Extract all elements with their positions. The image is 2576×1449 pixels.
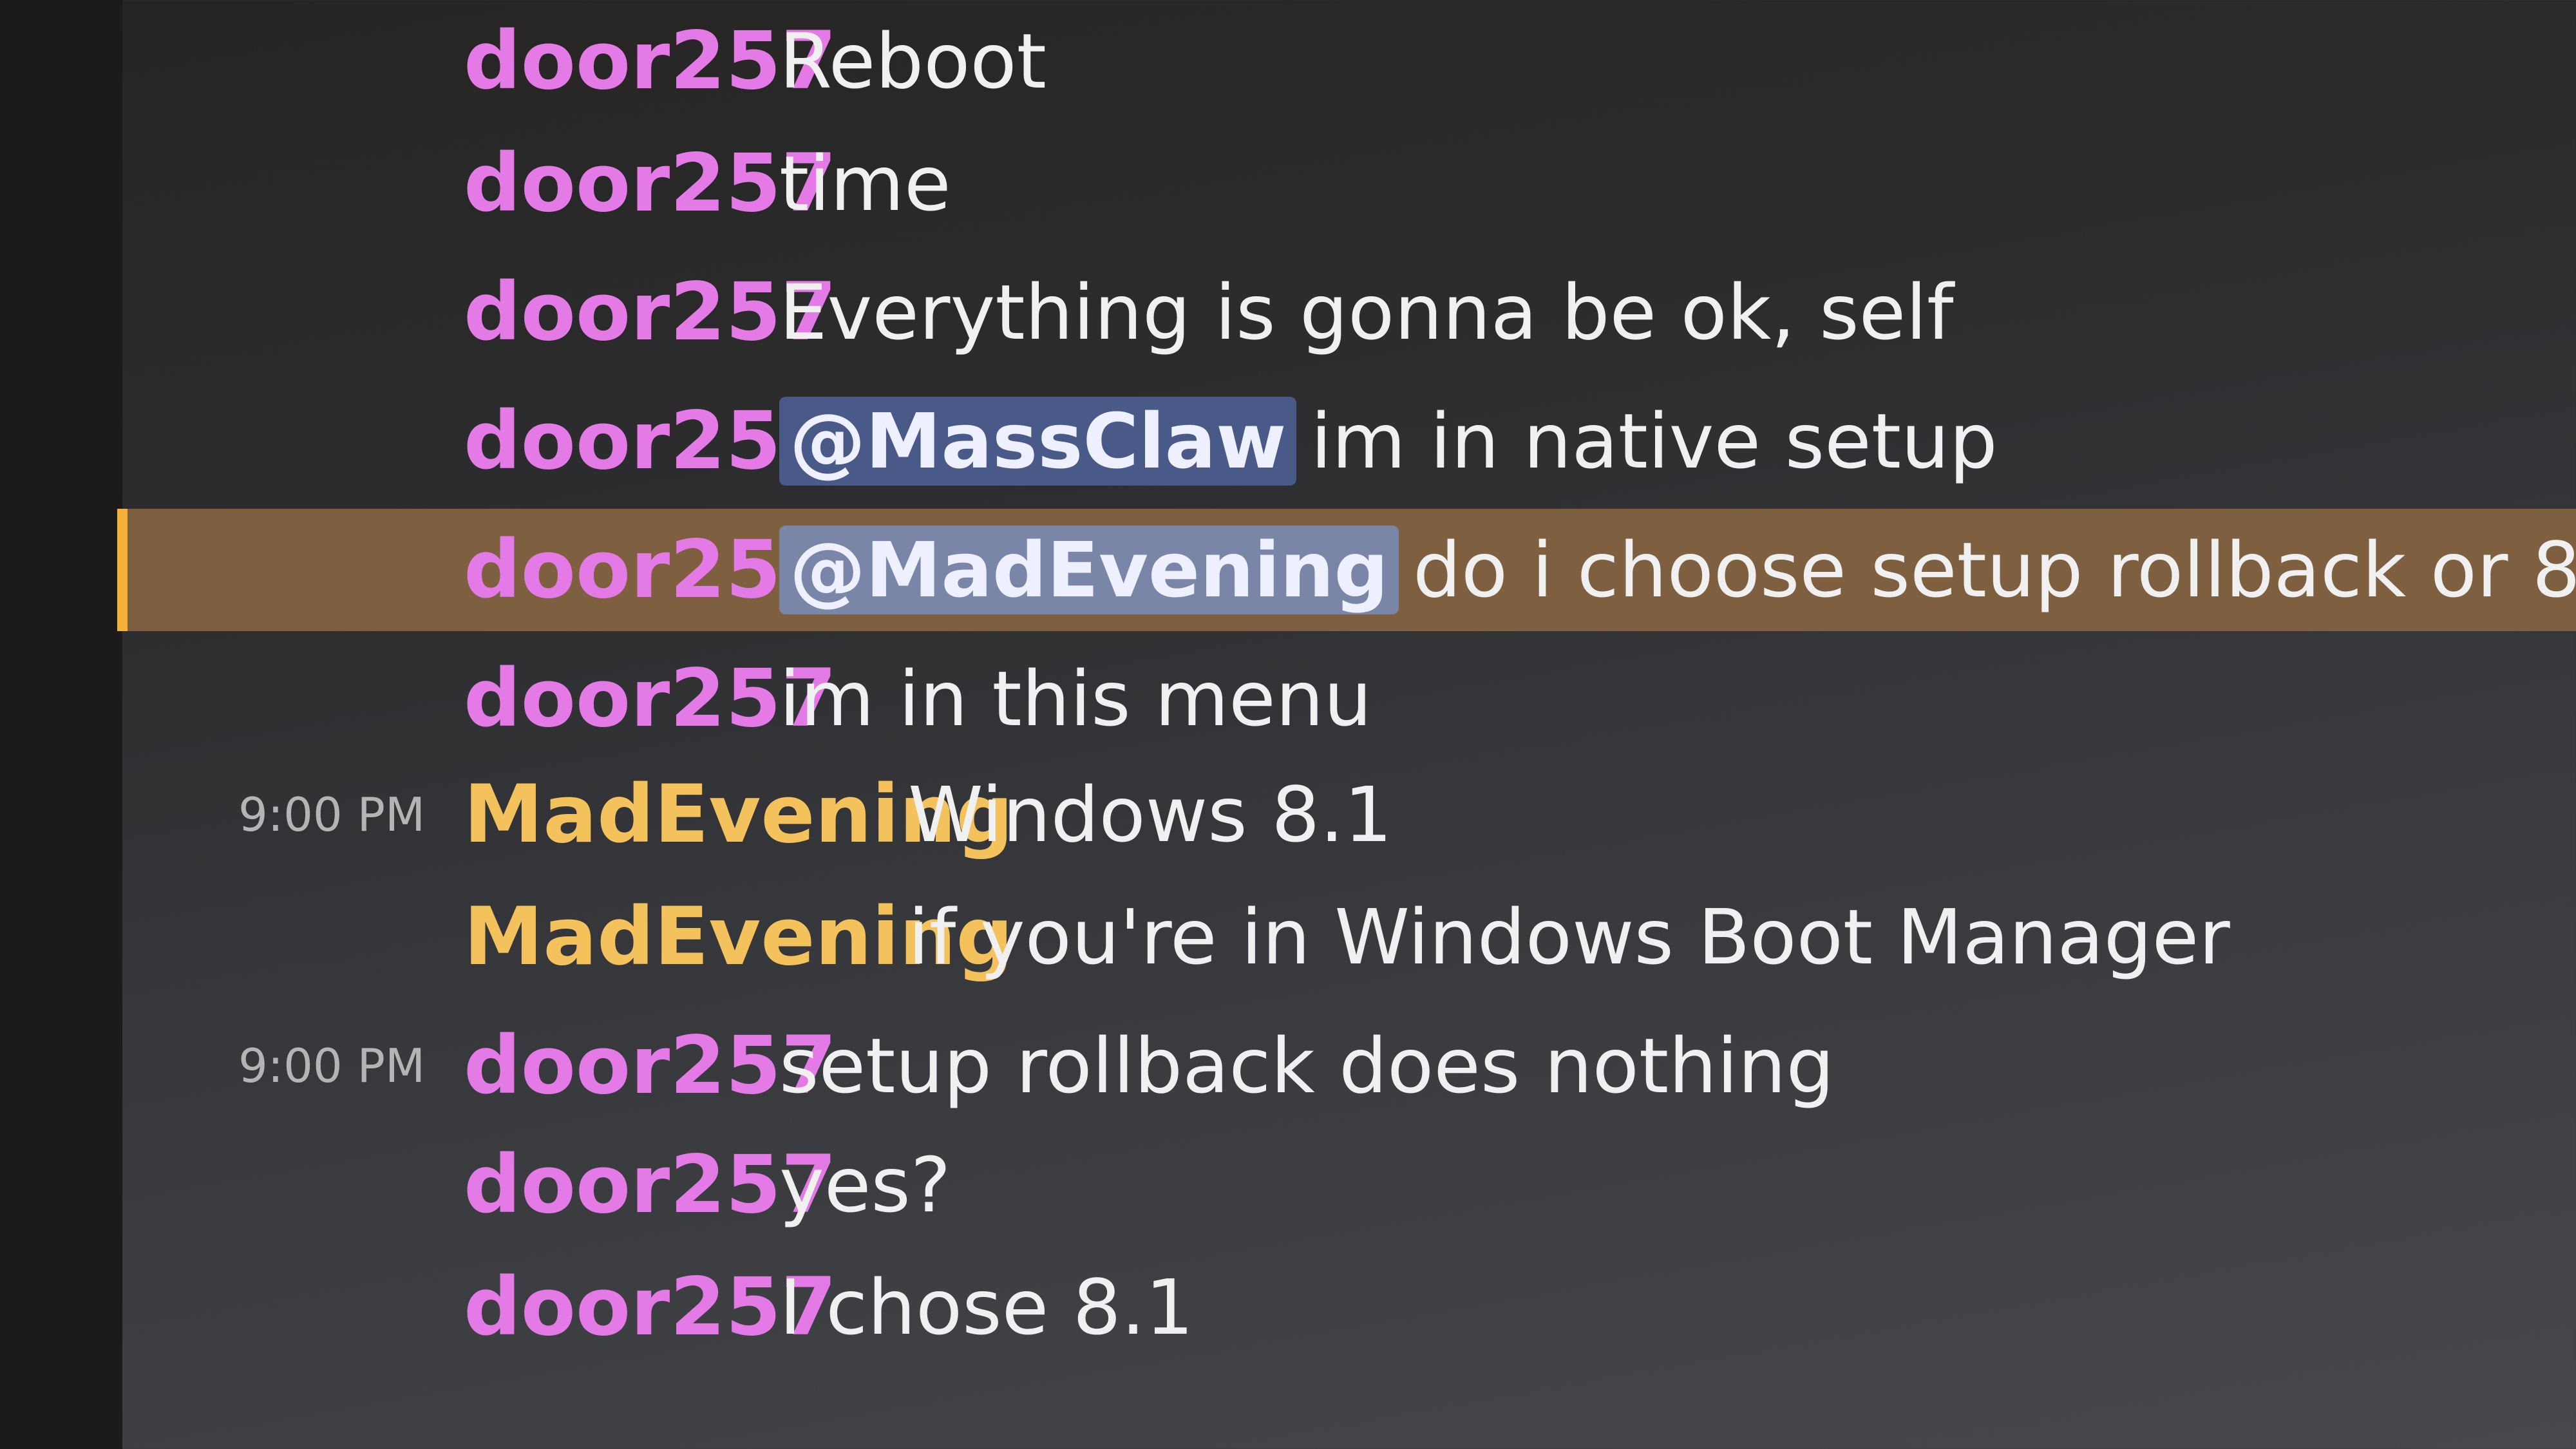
user-mention[interactable]: @MassClaw — [779, 397, 1297, 486]
message-text: yes? — [779, 1141, 951, 1229]
message-text: setup rollback does nothing — [779, 1021, 1835, 1110]
message-row[interactable]: 9:00 PM MadEvening Windows 8.1 — [122, 753, 2576, 876]
message-row[interactable]: door257 @MassClaw im in native setup — [122, 380, 2576, 502]
chat-log: door257 Reboot door257 time door257 Ever… — [117, 0, 2576, 1449]
message-text: Reboot — [779, 17, 1046, 106]
mention-highlight-bar — [117, 509, 128, 631]
message-row[interactable]: MadEvening if you're in Windows Boot Man… — [122, 876, 2576, 998]
message-row[interactable]: door257 yes? — [122, 1124, 2576, 1246]
message-row[interactable]: door257 im in this menu — [122, 638, 2576, 760]
message-text: if you're in Windows Boot Manager — [908, 893, 2230, 981]
message-row[interactable]: door257 Reboot — [122, 0, 2576, 122]
message-row-highlighted[interactable]: door257 @MadEvening do i choose setup rol… — [117, 509, 2576, 631]
timestamp: 9:00 PM — [238, 1039, 426, 1093]
message-text: Windows 8.1 — [908, 770, 1392, 859]
message-text: im in this menu — [779, 654, 1372, 743]
message-row[interactable]: door257 I chose 8.1 — [122, 1246, 2576, 1368]
message-text: Everything is gonna be ok, self — [779, 268, 1954, 357]
message-text: time — [779, 139, 951, 228]
message-text: do i choose setup rollback or 8.1? — [1413, 526, 2576, 614]
message-row[interactable]: door257 Everything is gonna be ok, self — [122, 251, 2576, 374]
message-content: @MassClaw im in native setup — [779, 397, 1998, 486]
message-text: im in native setup — [1311, 397, 1998, 486]
timestamp: 9:00 PM — [238, 788, 426, 842]
message-content: @MadEvening do i choose setup rollback or… — [779, 526, 2576, 614]
user-mention[interactable]: @MadEvening — [779, 526, 1399, 614]
message-row[interactable]: door257 time — [122, 122, 2576, 245]
message-row[interactable]: 9:00 PM door257 setup rollback does noth… — [122, 1005, 2576, 1127]
left-pane — [0, 0, 122, 1449]
message-text: I chose 8.1 — [779, 1263, 1194, 1352]
